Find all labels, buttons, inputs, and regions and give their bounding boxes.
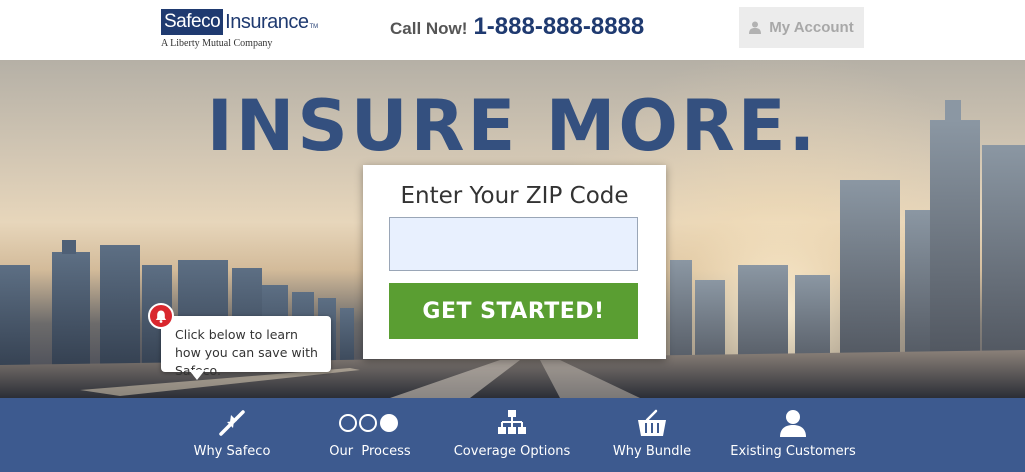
process-circles-icon [338, 408, 402, 438]
call-now-label: Call Now! [390, 18, 468, 38]
nav-item-our-process[interactable]: Our Process [329, 408, 411, 466]
logo-brand-rest: Insurance [225, 11, 309, 33]
user-icon [749, 21, 762, 34]
zip-form-title: Enter Your ZIP Code [400, 183, 629, 209]
call-now: Call Now! 1-888-888-8888 [390, 10, 644, 44]
nav-label-coverage-options: Coverage Options [453, 444, 571, 459]
user-icon [779, 408, 807, 438]
safeco-logo[interactable]: Safeco Insurance TM A Liberty Mutual Com… [161, 9, 331, 53]
zip-code-form: Enter Your ZIP Code GET STARTED! [363, 165, 666, 359]
logo-wordmark: Safeco Insurance TM [161, 9, 331, 35]
nav-label-why-safeco: Why Safeco [193, 444, 271, 459]
bell-icon[interactable] [148, 303, 174, 329]
nav-item-why-safeco[interactable]: Why Safeco [193, 408, 271, 466]
nav-label-existing-customers: Existing Customers [730, 444, 856, 459]
tooltip-tail [189, 370, 205, 380]
org-chart-icon [498, 408, 526, 438]
site-header: Safeco Insurance TM A Liberty Mutual Com… [0, 0, 1025, 60]
nav-item-why-bundle[interactable]: Why Bundle [612, 408, 692, 466]
logo-tagline: A Liberty Mutual Company [161, 38, 273, 49]
basket-icon [637, 408, 667, 438]
hero-banner: INSURE MORE. Enter Your ZIP Code GET STA… [0, 60, 1025, 398]
nav-item-coverage-options[interactable]: Coverage Options [454, 408, 570, 466]
logo-brand-boxed: Safeco [161, 9, 224, 35]
phone-number-link[interactable]: 1-888-888-8888 [473, 13, 644, 41]
zip-code-input[interactable] [389, 217, 638, 271]
my-account-button[interactable]: My Account [739, 7, 864, 48]
bell-icon-glyph [155, 310, 167, 323]
bottom-navigation: Why Safeco Our Process Coverage Options [0, 398, 1025, 472]
arrows-icon [218, 408, 246, 438]
nav-label-why-bundle: Why Bundle [612, 444, 692, 459]
nav-item-existing-customers[interactable]: Existing Customers [730, 408, 856, 466]
hero-headline: INSURE MORE. [206, 85, 819, 167]
get-started-button[interactable]: GET STARTED! [389, 283, 638, 339]
nav-label-our-process: Our Process [329, 444, 411, 459]
logo-trademark: TM [309, 24, 319, 30]
my-account-label: My Account [769, 19, 854, 36]
savings-tooltip: Click below to learn how you can save wi… [161, 316, 331, 380]
